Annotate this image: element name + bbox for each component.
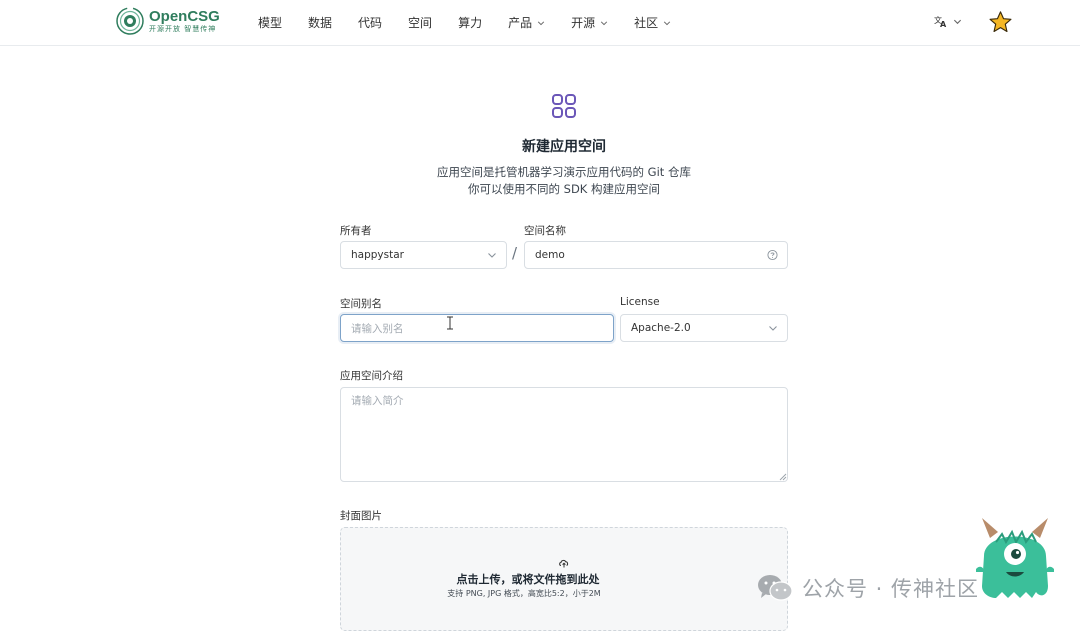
chevron-down-icon	[488, 253, 496, 258]
nav-label: 代码	[358, 16, 383, 30]
nav-label: 数据	[308, 16, 333, 30]
nav-label: 社区	[634, 16, 659, 30]
main-nav: 模型 数据 代码 空间 算力 产品 开源 社区	[258, 14, 697, 31]
page-subtitle: 应用空间是托管机器学习演示应用代码的 Git 仓库	[437, 165, 691, 179]
upload-hint: 支持 PNG, JPG 格式，高宽比5:2，小于2M	[447, 589, 601, 598]
nav-label: 产品	[508, 16, 533, 30]
nav-item-datasets[interactable]: 数据	[308, 14, 332, 31]
nav-label: 开源	[571, 16, 596, 30]
resize-handle-icon[interactable]	[779, 473, 787, 481]
text-cursor-icon	[447, 316, 453, 330]
svg-text:A: A	[940, 20, 947, 28]
grid-apps-icon	[552, 94, 576, 118]
owner-value: happystar	[351, 249, 404, 261]
nav-label: 模型	[258, 16, 283, 30]
nav-label: 空间	[408, 16, 433, 30]
brand-logo[interactable]: OpenCSG 开源开放 智慧传神	[115, 6, 220, 36]
nav-label: 算力	[458, 16, 483, 30]
alias-label: 空间别名	[340, 298, 382, 310]
nav-item-opensource[interactable]: 开源	[571, 14, 608, 31]
intro-placeholder: 请输入简介	[351, 395, 404, 407]
nav-item-code[interactable]: 代码	[358, 14, 382, 31]
chevron-down-icon	[769, 326, 777, 331]
license-select[interactable]: Apache-2.0	[620, 314, 788, 342]
mascot-monster-icon	[976, 518, 1054, 598]
chevron-down-icon	[953, 19, 962, 24]
help-circle-icon[interactable]	[767, 249, 778, 261]
space-name-label: 空间名称	[524, 225, 566, 237]
translate-icon: 文 A	[934, 15, 947, 28]
space-name-input[interactable]: demo	[524, 241, 788, 269]
upload-cloud-icon	[559, 559, 569, 568]
wechat-icon	[758, 575, 793, 601]
owner-select[interactable]: happystar	[340, 241, 507, 269]
owner-label: 所有者	[340, 225, 372, 237]
space-name-value: demo	[535, 249, 565, 261]
chevron-down-icon	[537, 20, 545, 25]
language-switcher[interactable]: 文 A	[934, 14, 962, 28]
cover-label: 封面图片	[340, 510, 382, 522]
nav-item-community[interactable]: 社区	[634, 14, 671, 31]
upload-title: 点击上传，或将文件拖到此处	[456, 573, 600, 586]
intro-label: 应用空间介绍	[340, 370, 403, 382]
page-title: 新建应用空间	[522, 139, 606, 155]
owner-separator: /	[512, 244, 518, 262]
top-navbar: OpenCSG 开源开放 智慧传神 模型 数据 代码 空间 算力 产品 开源 社…	[0, 0, 1080, 46]
brand-name: OpenCSG	[149, 8, 220, 25]
alias-placeholder: 请输入别名	[351, 322, 404, 335]
nav-item-compute[interactable]: 算力	[458, 14, 482, 31]
license-label: License	[620, 296, 660, 308]
chevron-down-icon	[663, 20, 671, 25]
nav-item-products[interactable]: 产品	[508, 14, 545, 31]
watermark-text: 公众号 · 传神社区	[802, 577, 980, 601]
license-value: Apache-2.0	[631, 322, 691, 334]
nav-item-spaces[interactable]: 空间	[408, 14, 432, 31]
alias-input[interactable]: 请输入别名	[340, 314, 614, 342]
chevron-down-icon	[600, 20, 608, 25]
star-icon[interactable]	[988, 10, 1013, 35]
watermark: 公众号 · 传神社区	[756, 573, 979, 603]
intro-textarea[interactable]: 请输入简介	[340, 387, 788, 482]
page-subtitle: 你可以使用不同的 SDK 构建应用空间	[467, 182, 660, 196]
opencsg-logo-icon	[116, 7, 144, 35]
nav-item-models[interactable]: 模型	[258, 14, 282, 31]
brand-slogan: 开源开放 智慧传神	[149, 25, 217, 33]
